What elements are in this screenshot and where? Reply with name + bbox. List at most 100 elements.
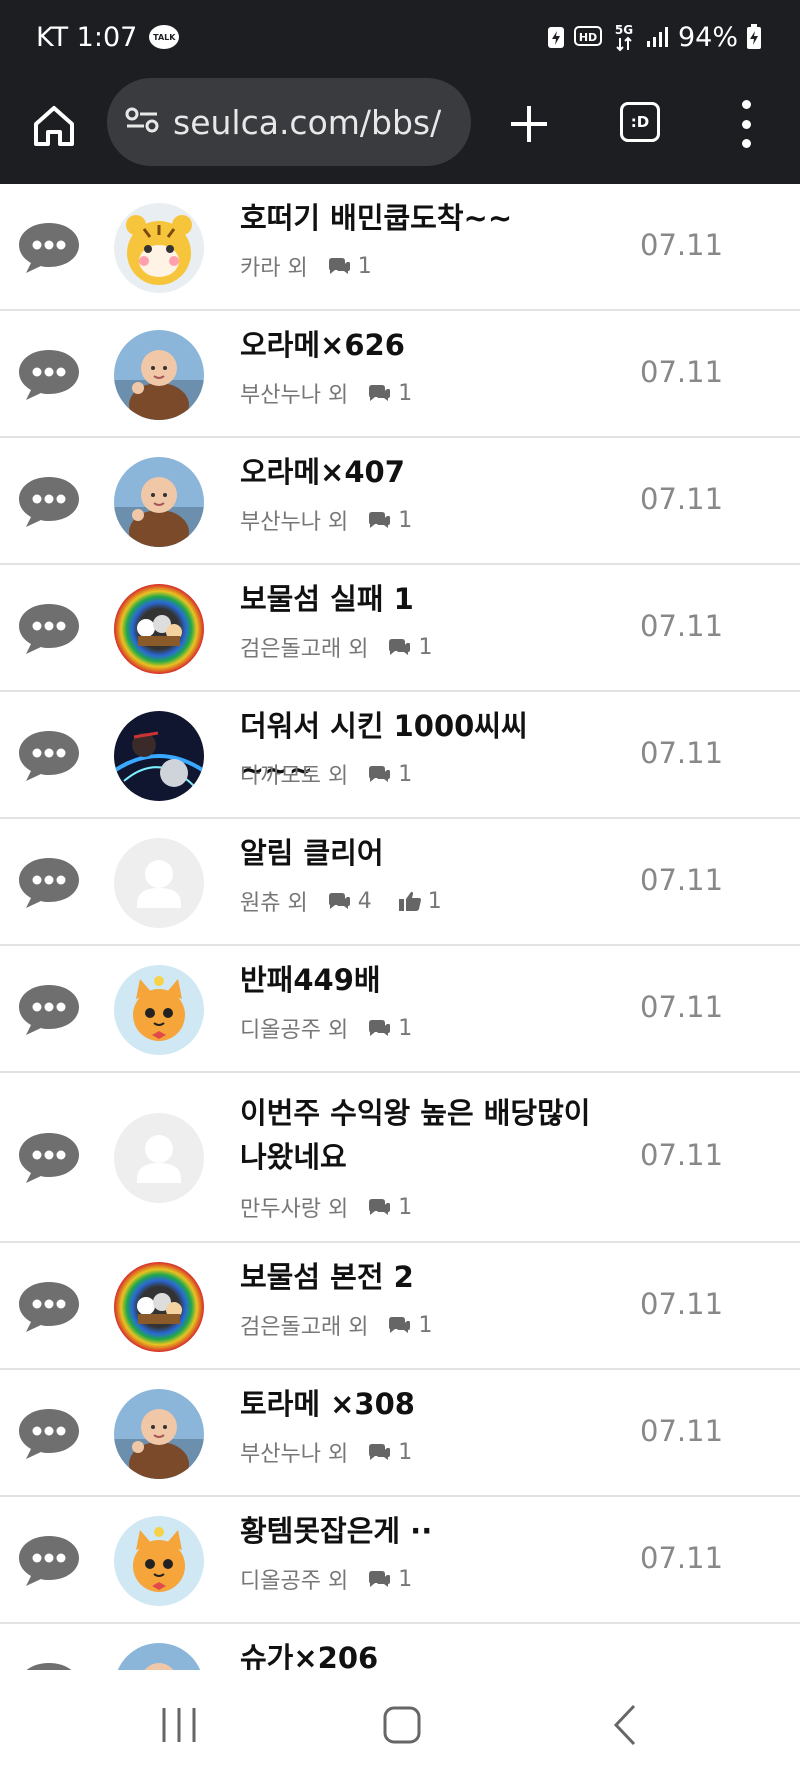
comment-count: 1 [398,380,413,406]
carrier-time: KT 1:07 [36,21,138,53]
author-avatar[interactable] [114,711,204,801]
chat-bubble-icon [16,1129,82,1187]
comments-icon [366,509,392,531]
post-title[interactable]: 슈가×206 [240,1636,600,1670]
post-row[interactable]: 오라메×407 부산누나 외 1 07.11 [0,438,800,565]
post-date: 07.11 [640,1138,724,1172]
menu-dot [741,119,751,129]
battery-icon [746,24,762,50]
home-nav-button[interactable] [377,1700,427,1750]
comment-count: 1 [418,1312,433,1338]
tab-switcher-label: :D [630,113,650,131]
comments-icon [366,1441,392,1463]
post-title[interactable]: 반패449배 [240,958,600,1002]
post-title[interactable]: 오라메×626 [240,323,600,367]
post-author: 부산누나 외 [240,1442,349,1467]
post-title[interactable]: 오라메×407 [240,450,600,494]
post-row[interactable]: 더워서 시킨 1000씨씨 ~~~ 다까모토 외 1 07.11 [0,692,800,819]
comment-count: 1 [398,1566,413,1592]
post-title[interactable]: 토라메 ×308 [240,1382,600,1426]
author-avatar[interactable] [114,1262,204,1352]
post-meta: 부산누나 외 1 [240,504,412,536]
post-meta: 만두사랑 외 1 [240,1191,412,1223]
post-date: 07.11 [640,863,724,897]
post-row[interactable]: 알림 클리어 원츄 외 4 1 07.11 [0,819,800,946]
home-icon [34,106,74,146]
post-row[interactable]: 보물섬 본전 2 검은돌고래 외 1 07.11 [0,1243,800,1370]
author-avatar[interactable] [114,1389,204,1479]
post-title[interactable]: 황템못잡은게 ·· [240,1509,600,1553]
author-avatar[interactable] [114,1643,204,1670]
author-avatar[interactable] [114,1516,204,1606]
site-settings-icon[interactable] [125,106,159,138]
post-date: 07.11 [640,1287,724,1321]
comments-icon [366,1196,392,1218]
battery-saver-icon [546,24,566,50]
chat-bubble-icon [16,1405,82,1463]
url-text: seulca.com/bbs/ [173,102,442,142]
post-date: 07.11 [640,1414,724,1448]
thumbs-up-icon [398,890,422,912]
author-avatar[interactable] [114,330,204,420]
tab-switcher-button[interactable]: :D [620,102,660,142]
post-meta: 디올공주 외 1 [240,1563,412,1595]
author-avatar[interactable] [114,457,204,547]
post-list: 호떠기 배민쿱도착~~ 카라 외 1 07.11 오라메×626 부산누나 외 1 07.11… [0,184,800,1670]
post-title[interactable]: 호떠기 배민쿱도착~~ [240,196,600,240]
plus-icon [511,106,547,142]
post-row[interactable]: 반패449배 디올공주 외 1 07.11 [0,946,800,1073]
author-avatar[interactable] [114,584,204,674]
comment-count: 1 [418,634,433,660]
comment-count: 4 [357,888,372,914]
comments-icon [366,763,392,785]
post-title[interactable]: 알림 클리어 [240,831,600,875]
browser-toolbar: seulca.com/bbs/ :D [0,74,800,184]
post-date: 07.11 [640,482,724,516]
menu-dot [741,100,751,109]
post-row[interactable]: 황템못잡은게 ·· 디올공주 외 1 07.11 [0,1497,800,1624]
battery-percent: 94% [677,21,738,53]
recents-icon [162,1708,196,1742]
menu-button[interactable] [736,100,756,148]
post-date: 07.11 [640,228,724,262]
post-row[interactable]: 토라메 ×308 부산누나 외 1 07.11 [0,1370,800,1497]
post-author: 디올공주 외 [240,1569,349,1594]
post-date: 07.11 [640,355,724,389]
comment-count: 1 [357,253,372,279]
chat-bubble-icon [16,1532,82,1590]
chat-bubble-icon [16,981,82,1039]
comment-count: 1 [398,1194,413,1220]
post-author: 부산누나 외 [240,383,349,408]
post-row[interactable]: 호떠기 배민쿱도착~~ 카라 외 1 07.11 [0,184,800,311]
comment-count: 1 [398,1439,413,1465]
post-row[interactable]: 이번주 수익왕 높은 배당많이 나왔네요만두사랑 외 1 07.11 [0,1073,800,1243]
post-title[interactable]: 이번주 수익왕 높은 배당많이 나왔네요 [240,1091,600,1179]
post-meta: 검은돌고래 외 1 [240,631,432,663]
svg-text:5G: 5G [615,23,633,37]
post-meta: 검은돌고래 외 1 [240,1309,432,1341]
comments-icon [366,1568,392,1590]
kakaotalk-icon: TALK [149,25,180,49]
chat-bubble-icon [16,1278,82,1336]
home-icon [383,1706,421,1744]
recents-button[interactable] [154,1700,204,1750]
like-count: 1 [427,888,442,914]
author-avatar[interactable] [114,1113,204,1203]
comment-count: 1 [398,1015,413,1041]
post-date: 07.11 [640,609,724,643]
post-row[interactable]: 슈가×206 [0,1624,800,1670]
5g-icon: 5G [612,22,638,52]
post-date: 07.11 [640,1541,724,1575]
post-title[interactable]: 보물섬 본전 2 [240,1255,600,1299]
post-row[interactable]: 오라메×626 부산누나 외 1 07.11 [0,311,800,438]
post-author: 검은돌고래 외 [240,1315,369,1340]
author-avatar[interactable] [114,838,204,928]
post-title[interactable]: 보물섬 실패 1 [240,577,600,621]
back-button[interactable] [602,1700,652,1750]
new-tab-button[interactable] [505,100,553,148]
home-button[interactable] [28,100,80,152]
post-row[interactable]: 보물섬 실패 1 검은돌고래 외 1 07.11 [0,565,800,692]
author-avatar[interactable] [114,965,204,1055]
address-bar[interactable]: seulca.com/bbs/ [107,78,471,166]
author-avatar[interactable] [114,203,204,293]
